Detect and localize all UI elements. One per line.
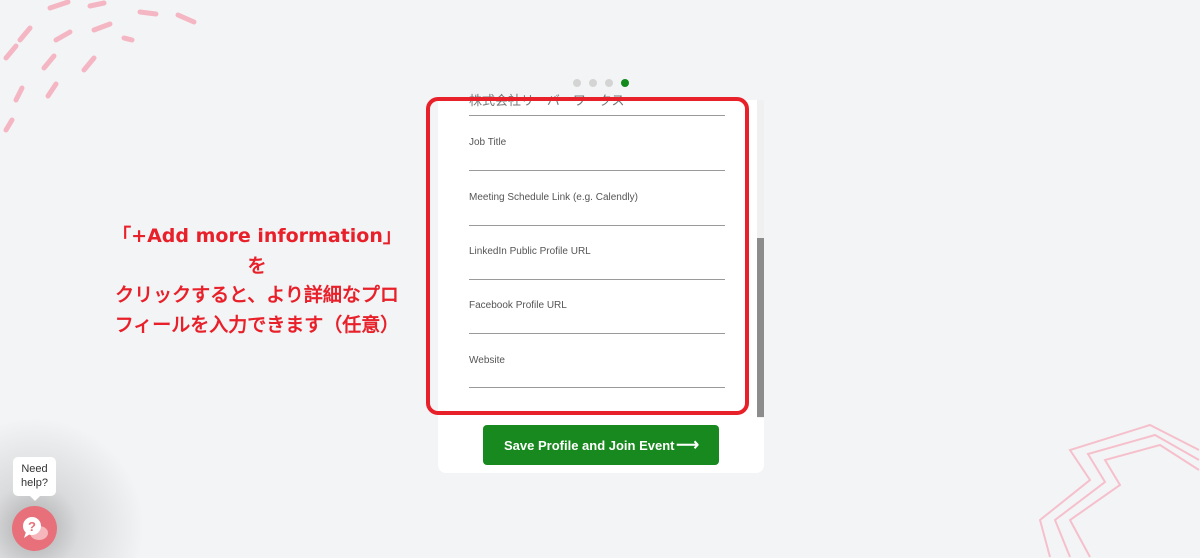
annotation-highlight-box xyxy=(426,97,749,415)
question-chat-icon: ? xyxy=(22,516,48,540)
tooltip-line: Need xyxy=(21,463,48,475)
step-indicator xyxy=(573,79,629,87)
need-help-tooltip: Need help? xyxy=(13,457,56,501)
scrollbar-thumb[interactable] xyxy=(757,238,764,417)
annotation-line: 「+Add more information」を xyxy=(112,225,402,277)
arrow-right-icon: ⟶ xyxy=(676,437,699,454)
annotation-note: 「+Add more information」を クリックすると、より詳細なプロ… xyxy=(112,222,402,340)
step-dot[interactable] xyxy=(573,79,581,87)
step-dot[interactable] xyxy=(605,79,613,87)
button-label: Save Profile and Join Event xyxy=(504,437,675,453)
annotation-line: フィールを入力できます（任意） xyxy=(114,313,400,336)
tooltip-line: help? xyxy=(21,477,48,489)
decorative-pink-dashes xyxy=(3,0,197,133)
save-profile-join-button[interactable]: Save Profile and Join Event ⟶ xyxy=(483,425,719,465)
step-dot[interactable] xyxy=(589,79,597,87)
step-dot-active[interactable] xyxy=(621,79,629,87)
svg-text:?: ? xyxy=(28,519,36,534)
decorative-pink-zigzag xyxy=(1038,423,1200,558)
annotation-line: クリックすると、より詳細なプロ xyxy=(115,284,399,306)
help-chat-button[interactable]: ? xyxy=(12,506,57,551)
